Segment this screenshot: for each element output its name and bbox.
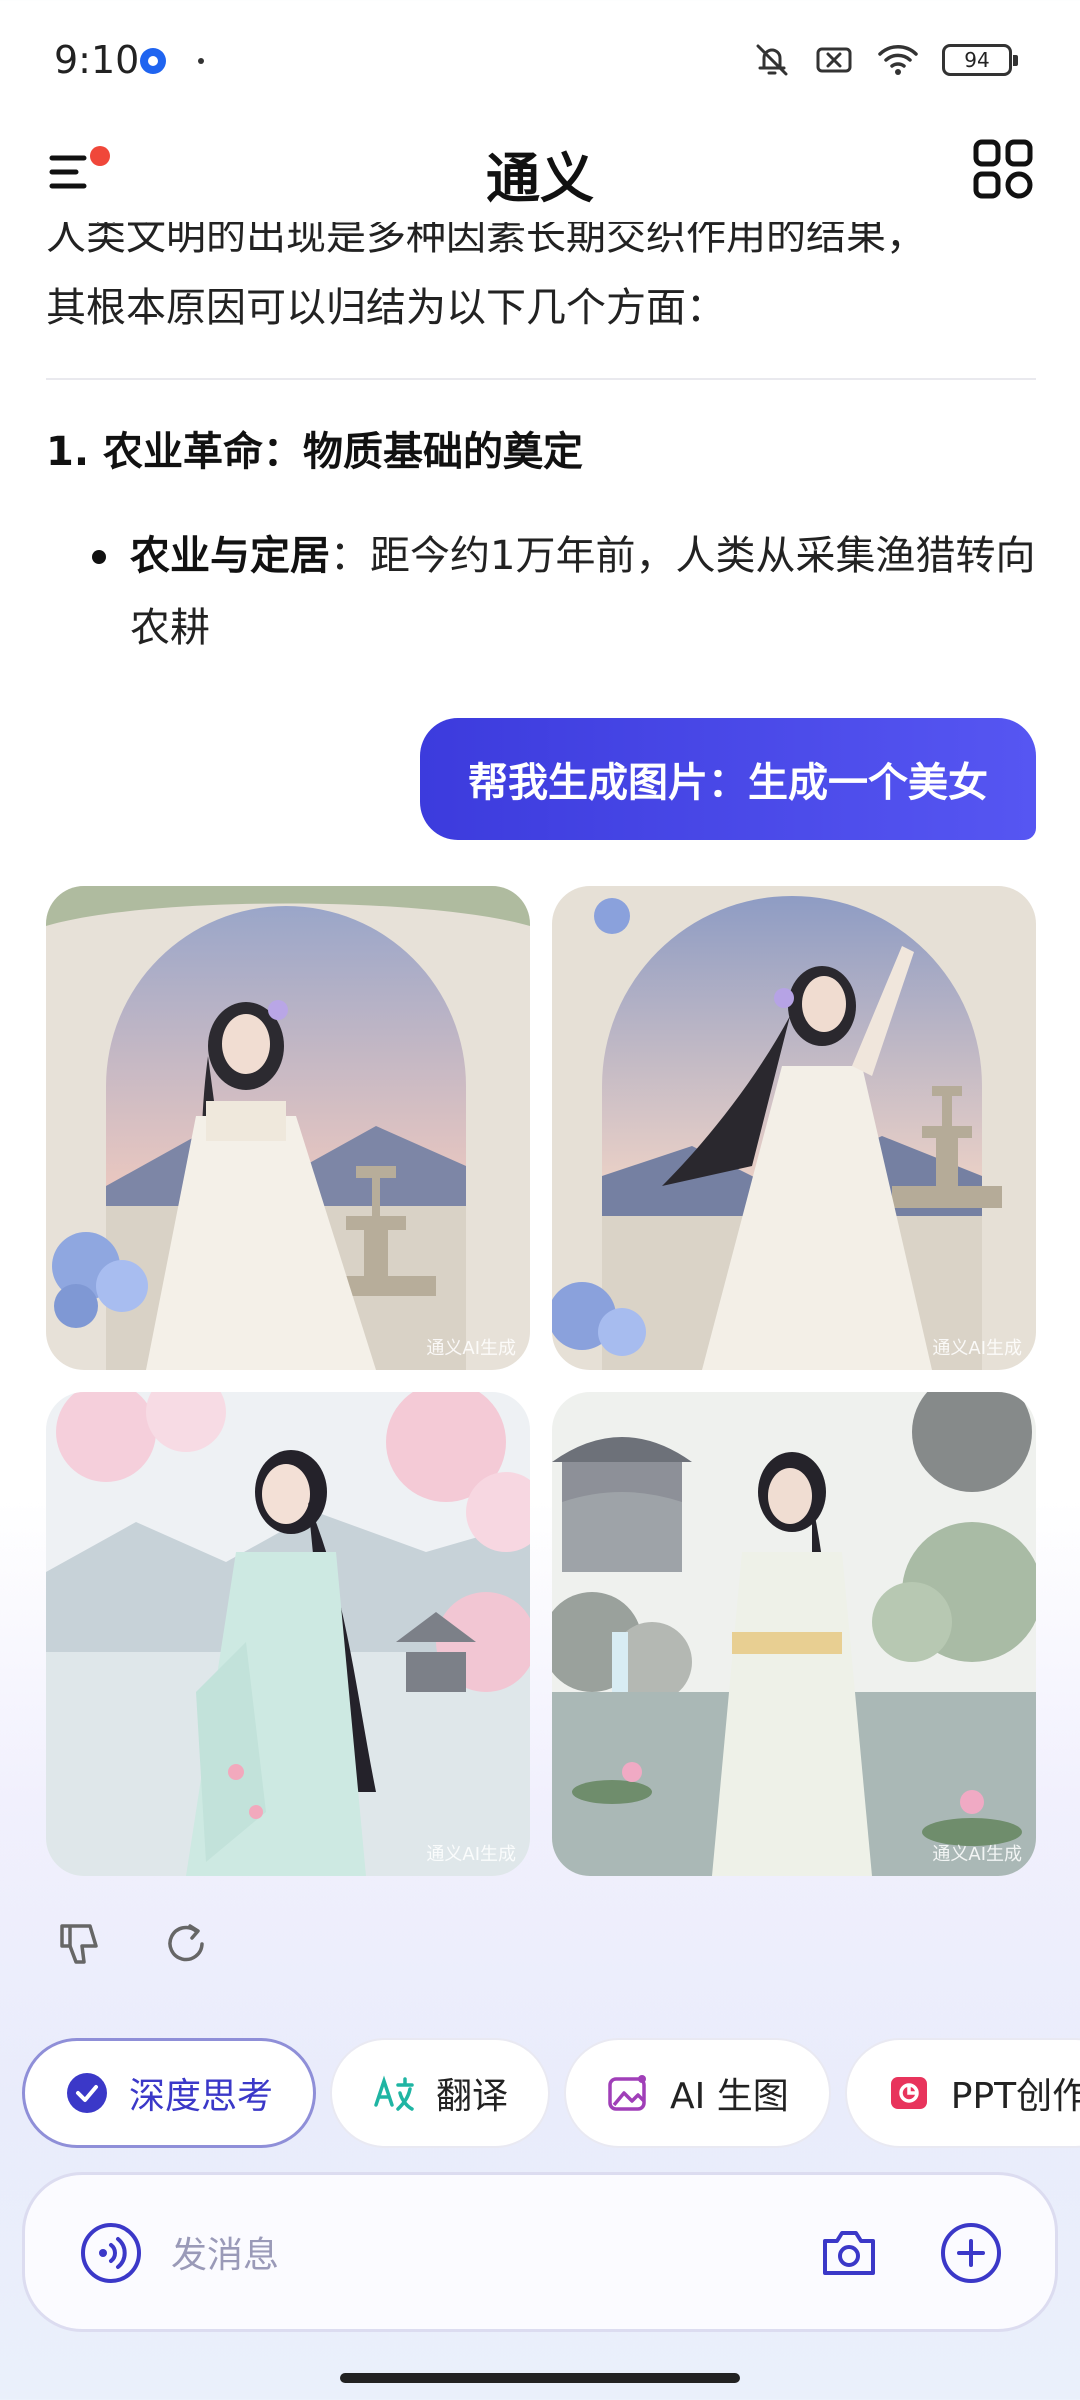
- bell-off-icon: [756, 44, 788, 76]
- image-watermark: 通义AI生成: [932, 1844, 1022, 1865]
- image-watermark: 通义AI生成: [426, 1338, 516, 1359]
- generated-image-3[interactable]: 通义AI生成: [46, 1392, 530, 1876]
- generated-image-4[interactable]: 通义AI生成: [552, 1392, 1036, 1876]
- ppt-icon: [890, 2077, 927, 2109]
- bullet-bold: 农业与定居: [130, 533, 330, 579]
- apps-button[interactable]: [968, 134, 1038, 204]
- user-message-bubble: 帮我生成图片：生成一个美女: [420, 718, 1036, 840]
- dislike-button[interactable]: [56, 1918, 108, 1970]
- message-actions: [56, 1918, 212, 1970]
- image-gen-icon: [608, 2075, 647, 2111]
- plus-circle-icon: [941, 2223, 1001, 2283]
- thumbs-down-icon: [60, 1924, 98, 1964]
- generated-image-2[interactable]: 通义AI生成: [552, 886, 1036, 1370]
- image-watermark: 通义AI生成: [932, 1338, 1022, 1359]
- status-icons: 94: [752, 40, 1018, 80]
- answer-bullet: 农业与定居：距今约1万年前，人类从采集渔猎转向农耕: [46, 520, 1036, 664]
- battery-level: 94: [964, 48, 990, 72]
- answer-clipped-intro: 人类文明的出现是多种因素长期交织作用的结果， 其根本原因可以归结为以下几个方面：: [46, 222, 1036, 340]
- translate-icon: [374, 2075, 414, 2111]
- message-input[interactable]: [171, 2227, 771, 2283]
- camera-icon: [823, 2231, 875, 2275]
- check-circle-icon: [67, 2073, 107, 2113]
- apps-grid-icon: [973, 139, 1033, 199]
- answer-line-1: 人类文明的出现是多种因素长期交织作用的结果，: [46, 222, 926, 259]
- refresh-icon: [168, 1924, 204, 1962]
- message-input-bar: [22, 2172, 1058, 2332]
- page-title: 通义: [486, 147, 594, 210]
- status-time: 9:10: [54, 38, 140, 82]
- camera-button[interactable]: [817, 2221, 881, 2285]
- chip-label: 深度思考: [129, 2076, 274, 2117]
- user-message-text: 帮我生成图片：生成一个美女: [468, 760, 988, 806]
- wifi-icon: [878, 45, 918, 75]
- generated-image-1[interactable]: 通义AI生成: [46, 886, 530, 1370]
- voice-button[interactable]: [79, 2221, 143, 2285]
- chip-label: 翻译: [436, 2076, 509, 2117]
- chip-ai-image[interactable]: AI 生图: [564, 2038, 831, 2148]
- answer-heading: 1. 农业革命：物质基础的奠定: [46, 429, 583, 475]
- more-notifications-dot: [198, 58, 204, 64]
- chip-deep-thinking[interactable]: 深度思考: [22, 2038, 317, 2148]
- chip-translate[interactable]: 翻译: [330, 2038, 551, 2148]
- status-bar: 9:10 94: [0, 0, 1080, 120]
- chip-label: AI 生图: [670, 2076, 789, 2117]
- app-notification-icon: [140, 48, 166, 74]
- assistant-answer: 人类文明的出现是多种因素长期交织作用的结果， 其根本原因可以归结为以下几个方面：…: [46, 222, 1036, 664]
- app-header: 通义: [0, 120, 1080, 220]
- image-watermark: 通义AI生成: [426, 1844, 516, 1865]
- feature-chips: 深度思考 翻译 AI 生图 PPT创作: [22, 2038, 1080, 2148]
- home-indicator[interactable]: [340, 2373, 740, 2383]
- chip-label: PPT创作: [950, 2076, 1080, 2117]
- add-button[interactable]: [939, 2221, 1003, 2285]
- chip-ppt[interactable]: PPT创作: [844, 2038, 1080, 2148]
- x-box-icon: [816, 47, 852, 73]
- voice-icon: [81, 2223, 141, 2283]
- divider: [46, 378, 1036, 380]
- battery-icon: 94: [942, 44, 1018, 76]
- regenerate-button[interactable]: [160, 1918, 212, 1970]
- answer-line-2: 其根本原因可以归结为以下几个方面：: [46, 285, 726, 331]
